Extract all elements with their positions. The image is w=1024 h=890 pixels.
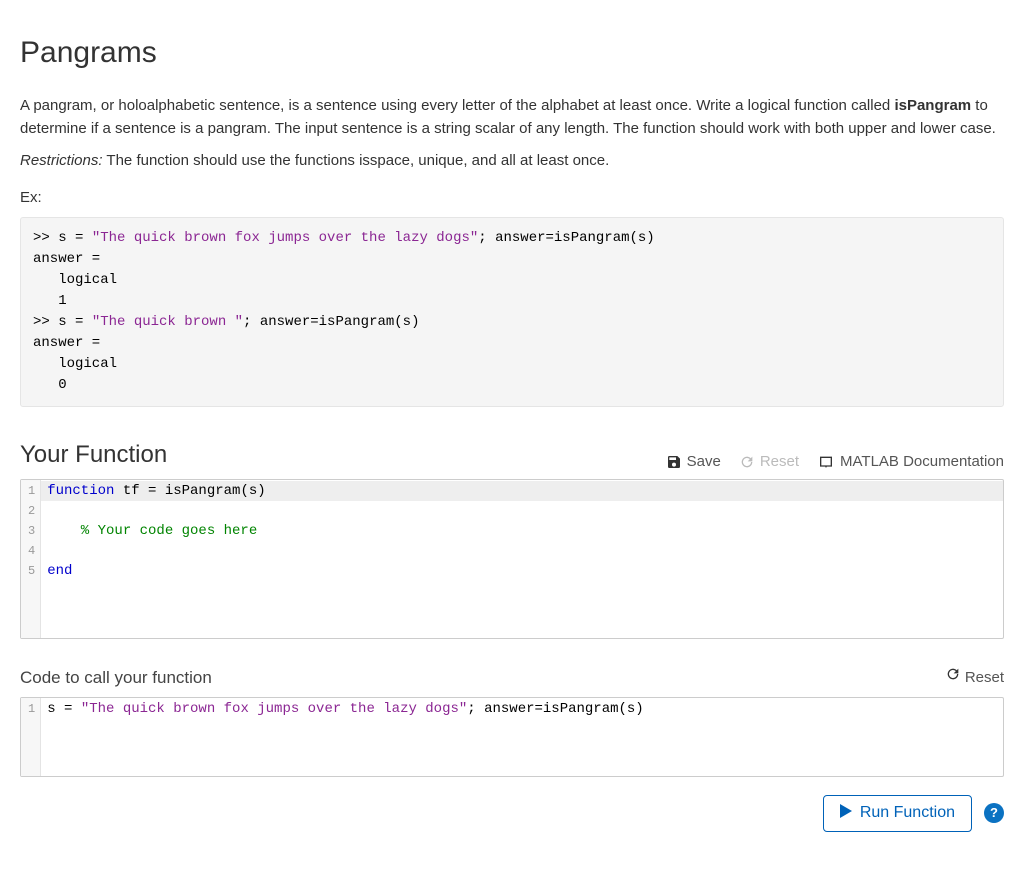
save-label: Save [687,451,721,474]
run-function-button[interactable]: Run Function [823,795,972,832]
reset-label: Reset [760,451,799,474]
function-gutter: 12345 [21,480,41,638]
call-editor[interactable]: 1 s = "The quick brown fox jumps over th… [20,697,1004,777]
function-editor[interactable]: 12345 function tf = isPangram(s) % Your … [20,479,1004,639]
intro-paragraph: A pangram, or holoalphabetic sentence, i… [20,95,1004,140]
page-title: Pangrams [20,30,1004,75]
call-reset-button[interactable]: Reset [945,666,1004,690]
save-button[interactable]: Save [666,451,721,474]
reset-button[interactable]: Reset [739,451,799,474]
run-function-label: Run Function [860,804,955,822]
example-label: Ex: [20,187,1004,210]
restrictions-paragraph: Restrictions: The function should use th… [20,150,1004,173]
call-reset-label: Reset [965,667,1004,690]
reset-icon [945,666,961,690]
call-gutter: 1 [21,698,41,776]
intro-function-name: isPangram [894,97,971,114]
call-body[interactable]: s = "The quick brown fox jumps over the … [41,698,1003,776]
save-icon [666,454,682,470]
play-icon [840,804,852,823]
function-body[interactable]: function tf = isPangram(s) % Your code g… [41,480,1003,638]
intro-text-1: A pangram, or holoalphabetic sentence, i… [20,97,894,114]
restrictions-label: Restrictions: [20,152,103,169]
book-icon [817,454,835,470]
reset-icon [739,454,755,470]
docs-label: MATLAB Documentation [840,451,1004,474]
restrictions-body: The function should use the functions is… [103,152,610,169]
docs-link[interactable]: MATLAB Documentation [817,451,1004,474]
function-toolbar: Save Reset MATLAB Documentation [666,451,1004,474]
example-block: >> s = "The quick brown fox jumps over t… [20,217,1004,407]
your-function-title: Your Function [20,437,167,473]
help-button[interactable]: ? [984,803,1004,823]
call-section-title: Code to call your function [20,665,212,691]
